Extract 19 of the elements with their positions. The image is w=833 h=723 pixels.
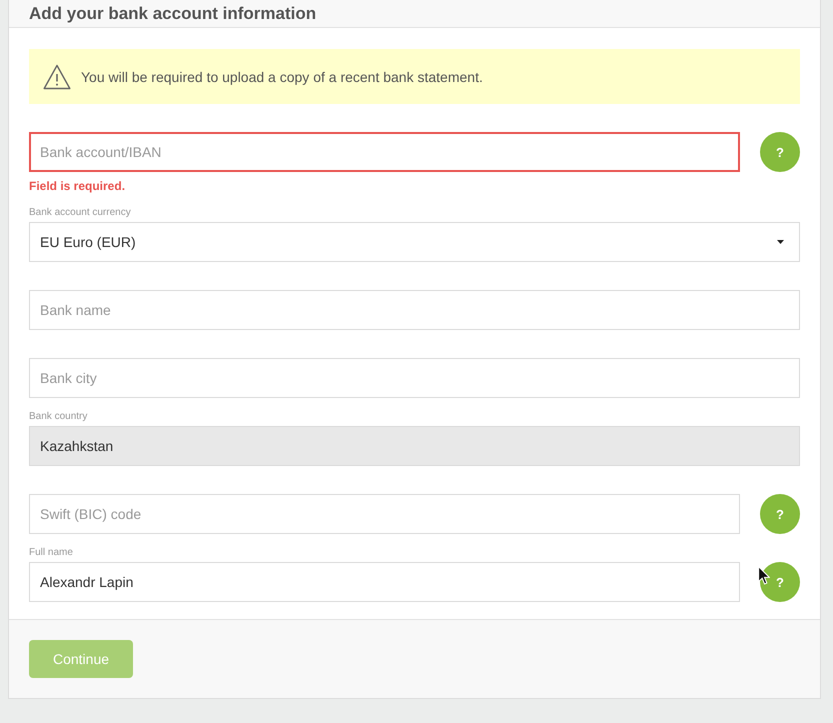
help-button[interactable]: ?	[760, 494, 800, 534]
input-field[interactable]: Bank account/IBAN	[29, 132, 740, 172]
help-button[interactable]: ?	[760, 562, 800, 602]
caret-icon	[777, 240, 784, 244]
notice-text: You will be required to upload a copy of a recent bank statement.	[81, 68, 483, 84]
field-label: Full name	[29, 547, 73, 559]
input-field[interactable]: Bank city	[29, 358, 800, 398]
field-label: Bank account currency	[29, 207, 131, 219]
warning-icon	[43, 64, 71, 90]
help-button[interactable]: ?	[760, 132, 800, 172]
input-field[interactable]: Swift (BIC) code	[29, 494, 740, 534]
select-field[interactable]: EU Euro (EUR)	[29, 222, 800, 262]
input-field[interactable]: Alexandr Lapin	[29, 562, 740, 602]
field-label: Bank country	[29, 411, 88, 423]
form-title: Add your bank account information	[29, 4, 316, 24]
input-field[interactable]: Bank name	[29, 290, 800, 330]
mouse-pointer-icon	[758, 566, 770, 585]
error-message: Field is required.	[29, 179, 126, 193]
input-field: Kazahkstan	[29, 426, 800, 466]
